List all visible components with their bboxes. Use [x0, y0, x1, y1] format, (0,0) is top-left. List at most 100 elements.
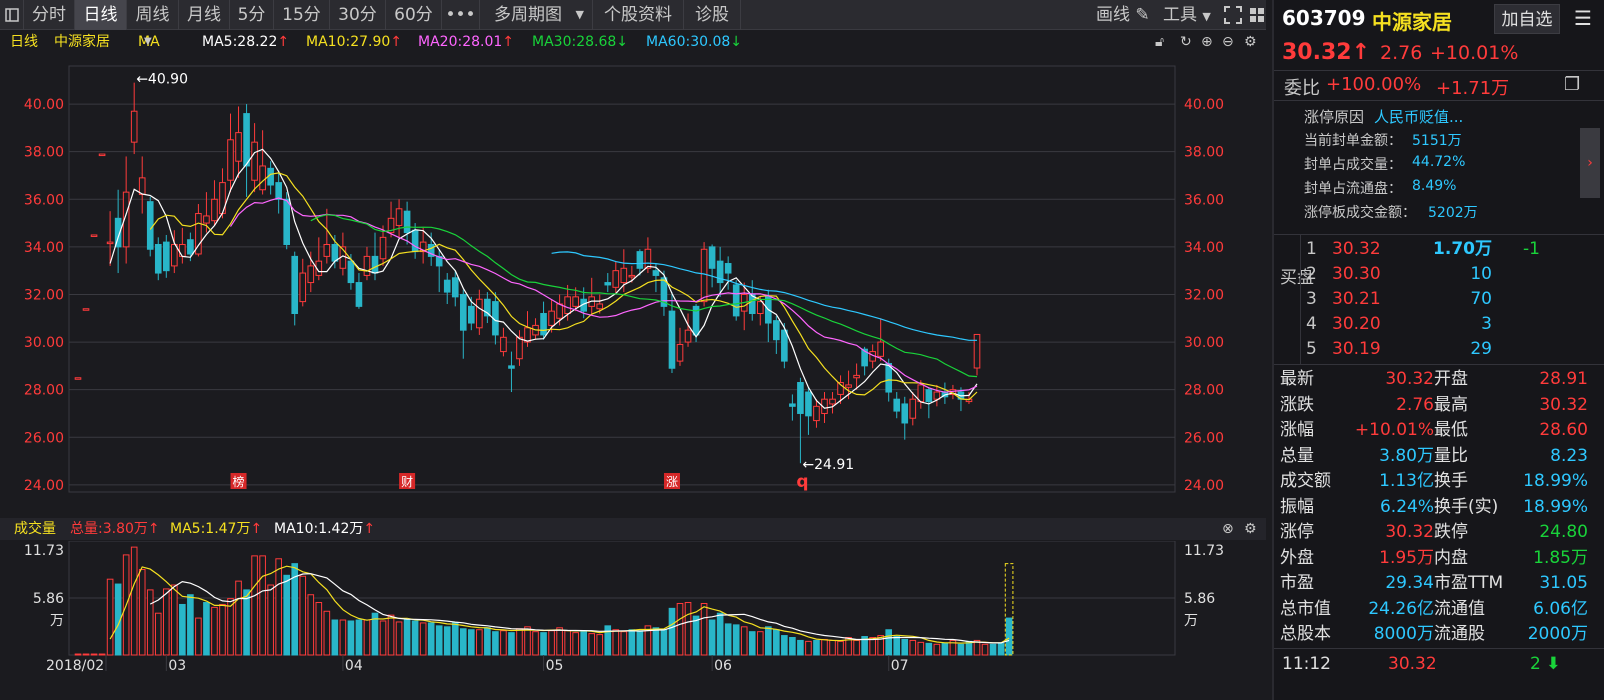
- candle: [379, 236, 387, 260]
- volume-bar: [917, 641, 925, 656]
- panel-toggle-icon[interactable]: [0, 0, 24, 30]
- copy-icon[interactable]: ❐: [1564, 74, 1580, 95]
- volume-bar: [323, 610, 331, 656]
- volume-bar: [821, 638, 828, 656]
- refresh-icon[interactable]: ↻: [1180, 31, 1192, 53]
- y-tick-label-left: 30.00: [24, 335, 64, 351]
- volume-bar: [379, 620, 387, 656]
- add-watchlist-button[interactable]: 加自选: [1494, 4, 1560, 34]
- lock-icon[interactable]: 🔓︎: [1155, 31, 1164, 53]
- bid-price: 30.20: [1332, 314, 1381, 334]
- draw-line-button[interactable]: 画线 ✎: [1096, 0, 1150, 30]
- candle: [909, 398, 917, 419]
- period-label: 日线: [10, 34, 38, 50]
- volume-tick-right: 11.73: [1184, 543, 1224, 559]
- stat-value: 31.05: [1539, 573, 1588, 593]
- volume-settings-icon[interactable]: ⚙: [1244, 518, 1257, 540]
- bid-volume: 70: [1470, 289, 1492, 309]
- ma30-value: MA30:28.68↓: [532, 34, 629, 50]
- volume-bar: [941, 642, 949, 656]
- volume-bar: [612, 629, 620, 656]
- candle: [459, 293, 467, 331]
- tab-daily[interactable]: 日线: [75, 0, 127, 30]
- more-periods-button[interactable]: •••: [442, 0, 480, 30]
- price-chart[interactable]: 40.00 40.00 38.00 38.00 36.00 36.00 34.00 34.00…: [0, 54, 1266, 516]
- close-panel-icon[interactable]: ⊗: [1222, 518, 1234, 540]
- volume-bar: [484, 627, 491, 656]
- expand-arrow-icon[interactable]: ›: [1580, 128, 1600, 198]
- tools-button[interactable]: 工具 ▼: [1163, 0, 1211, 30]
- candle: [130, 110, 138, 143]
- seal-label: 当前封单金额：: [1304, 133, 1402, 149]
- candle: [724, 263, 732, 274]
- tab-15min[interactable]: 15分: [274, 0, 330, 30]
- volume-bar: [588, 633, 596, 656]
- y-tick-label-left: 34.00: [24, 240, 64, 256]
- tab-30min[interactable]: 30分: [330, 0, 386, 30]
- stock-info-button[interactable]: 个股资料: [593, 0, 684, 30]
- candle: [283, 198, 291, 245]
- volume-bar: [805, 640, 812, 656]
- volume-bar: [154, 612, 162, 656]
- stat-value: 8000万: [1373, 624, 1434, 644]
- volume-bar: [411, 620, 419, 656]
- volume-bar: [925, 642, 933, 656]
- volume-bar: [540, 632, 547, 656]
- tab-5min[interactable]: 5分: [230, 0, 274, 30]
- buy-side-label: 买盘: [1280, 268, 1314, 288]
- candle: [732, 284, 740, 317]
- period-toolbar: 分时 日线 周线 月线 5分 15分 30分 60分 ••• 多周期图 ▼ 个股…: [0, 0, 1266, 30]
- limit-reason-link[interactable]: 人民币贬值...: [1374, 106, 1463, 127]
- volume-tick-left: 5.86: [33, 591, 64, 607]
- fullscreen-icon[interactable]: [1224, 0, 1242, 30]
- menu-icon[interactable]: ☰: [1574, 6, 1592, 30]
- volume-bar: [797, 639, 804, 656]
- volume-bar: [837, 640, 844, 656]
- volume-bar: [981, 643, 989, 656]
- candle: [162, 241, 170, 272]
- y-tick-label-left: 36.00: [24, 192, 64, 208]
- candle: [307, 265, 315, 284]
- volume-bar: [989, 643, 997, 656]
- volume-bar: [773, 629, 780, 656]
- candle: [146, 201, 154, 250]
- zoom-in-icon[interactable]: ⊕: [1201, 31, 1213, 53]
- tick-price: 30.32: [1388, 654, 1437, 674]
- y-tick-label-right: 38.00: [1184, 145, 1224, 161]
- stat-value: 30.32: [1539, 394, 1588, 415]
- tab-weekly[interactable]: 周线: [127, 0, 179, 30]
- stat-value: 28.60: [1539, 420, 1588, 440]
- volume-bar: [564, 630, 571, 656]
- diagnose-button[interactable]: 诊股: [684, 0, 741, 30]
- volume-bar: [98, 653, 106, 656]
- seal-value: 5151万: [1412, 133, 1462, 149]
- candle: [797, 382, 804, 414]
- volume-bar: [748, 631, 756, 656]
- settings-gear-icon[interactable]: ⚙: [1244, 31, 1257, 53]
- candle: [403, 210, 411, 234]
- tab-intraday[interactable]: 分时: [24, 0, 75, 30]
- multi-period-button[interactable]: 多周期图 ▼: [480, 0, 593, 30]
- tab-monthly[interactable]: 月线: [179, 0, 230, 30]
- ma10-line: [149, 172, 978, 401]
- volume-bar: [443, 626, 451, 656]
- volume-bar: [692, 615, 700, 656]
- volume-bar: [419, 622, 427, 656]
- volume-chart[interactable]: 11.73 11.73 5.86 5.86 万 万 2018/02 03 04 05 06 07: [0, 541, 1266, 700]
- stock-name: 中源家居: [1372, 10, 1452, 34]
- multi-period-label: 多周期图: [494, 5, 562, 25]
- candle: [700, 248, 708, 303]
- candle: [540, 313, 547, 336]
- bid-price: 30.30: [1332, 264, 1381, 284]
- ma-legend: 日线 中源家居 MA ▼ MA5:28.22↑ MA10:27.90↑ MA20…: [0, 31, 1266, 53]
- zoom-out-icon[interactable]: ⊖: [1222, 31, 1234, 53]
- volume-bar: [235, 580, 242, 656]
- caret-down-icon: ▼: [144, 36, 152, 47]
- grid-layout-icon[interactable]: [1249, 0, 1265, 30]
- volume-bar: [227, 598, 234, 656]
- tab-60min[interactable]: 60分: [386, 0, 442, 30]
- candle: [684, 329, 692, 343]
- stat-value: 28.91: [1539, 369, 1588, 389]
- volume-bar: [219, 603, 226, 656]
- volume-bar: [532, 631, 539, 656]
